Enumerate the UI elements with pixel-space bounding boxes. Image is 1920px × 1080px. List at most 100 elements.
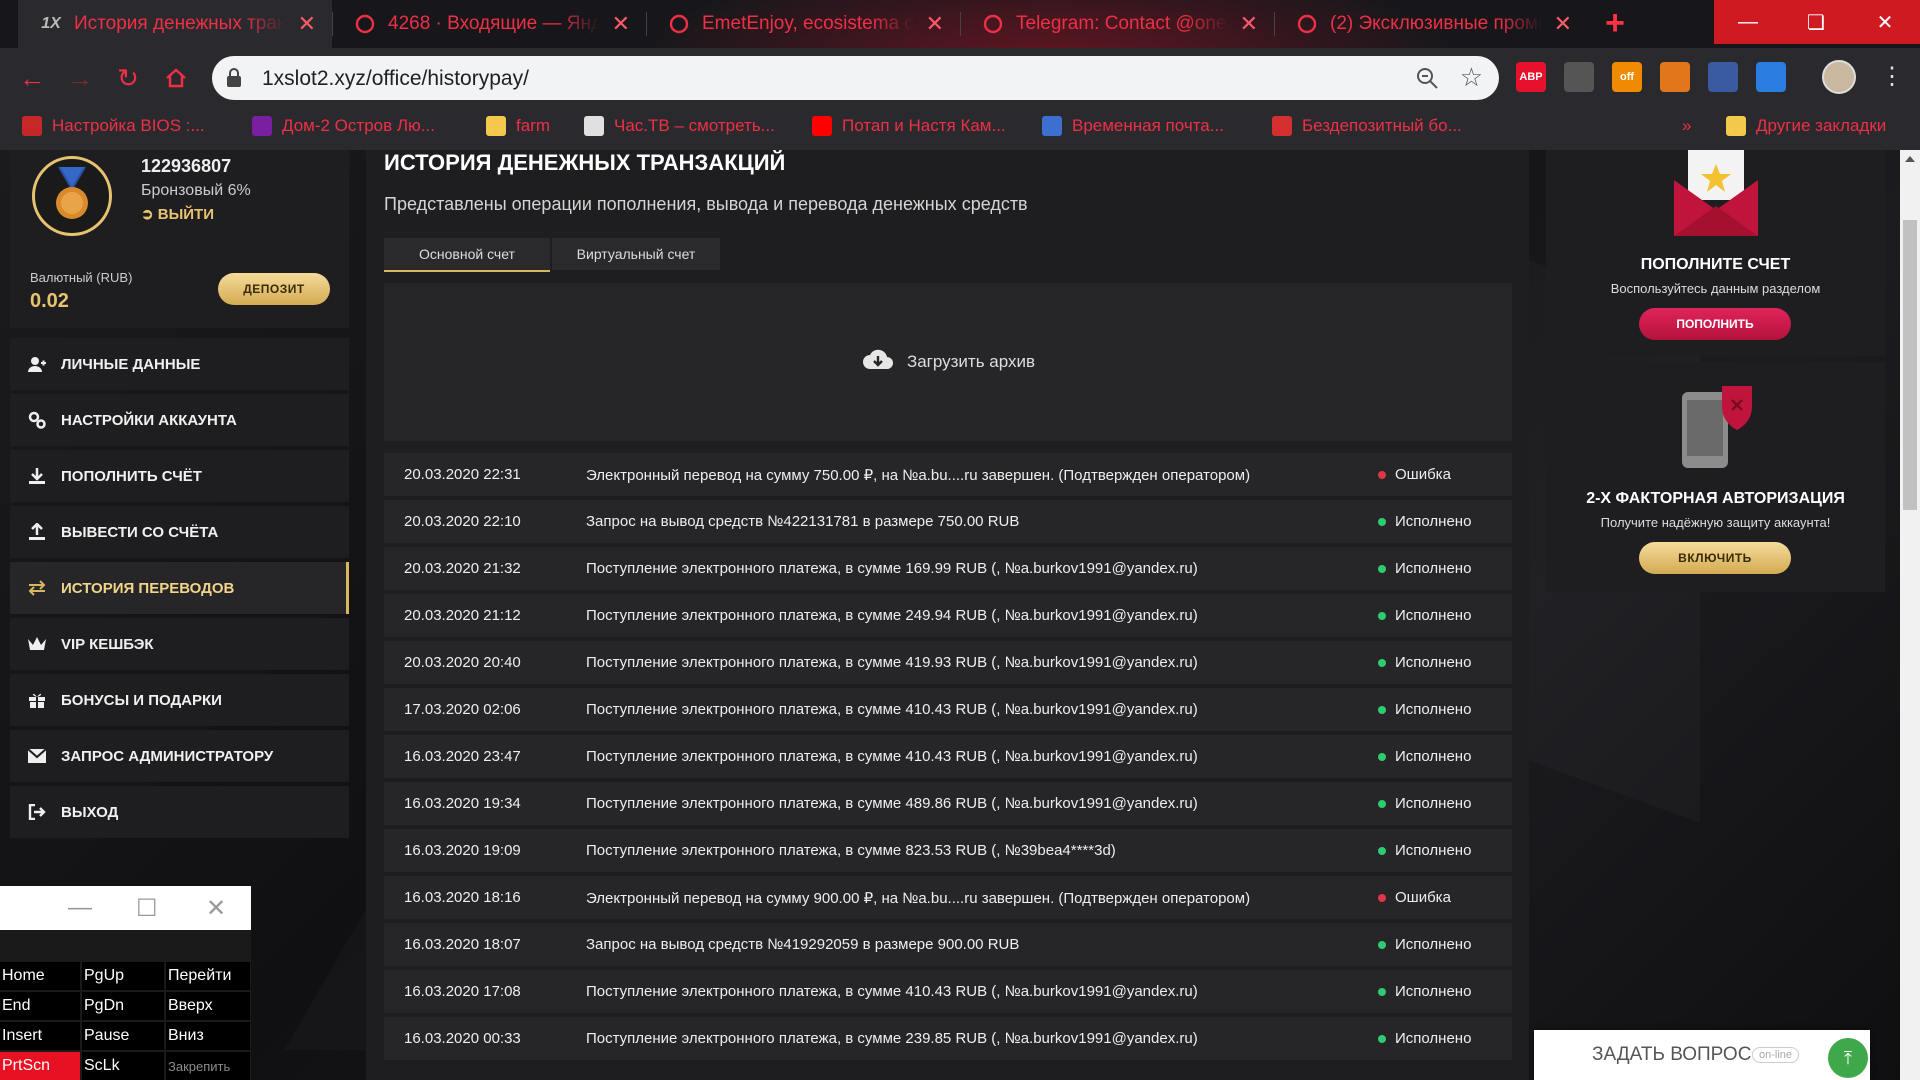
keyboard-key[interactable]: Закрепить <box>166 1052 250 1080</box>
address-bar[interactable]: 1xslot2.xyz/office/historypay/ ☆ <box>212 56 1499 100</box>
tab-close-icon[interactable]: ✕ <box>1240 11 1258 37</box>
keyboard-key[interactable]: Pause <box>82 1022 164 1050</box>
keyboard-key[interactable]: End <box>0 992 80 1020</box>
bookmark-label: Временная почта... <box>1072 116 1224 135</box>
reload-icon[interactable]: ↻ <box>110 60 146 96</box>
back-arrow-icon[interactable]: ← <box>14 60 50 96</box>
sidebar-item-settings[interactable]: Настройки аккаунта <box>10 394 349 446</box>
status-dot-icon <box>1378 658 1386 667</box>
minimize-button[interactable]: — <box>1714 0 1782 44</box>
tab-main-account[interactable]: Основной счет <box>384 238 550 272</box>
zoom-icon[interactable] <box>1415 66 1439 95</box>
download-archive-button[interactable]: Загрузить архив <box>384 283 1512 441</box>
bookmark-item[interactable]: Настройка BIOS :... <box>22 116 205 136</box>
tab-title: EmetEnjoy, ecosistema descentralizada <box>702 13 914 34</box>
status-dot-icon <box>1378 987 1386 996</box>
tab-separator <box>332 12 333 36</box>
tab-close-icon[interactable]: ✕ <box>298 11 316 37</box>
status-dot-icon <box>1378 799 1386 808</box>
tab-close-icon[interactable]: ✕ <box>926 11 944 37</box>
new-tab-button[interactable]: + <box>1598 6 1632 42</box>
restore-button[interactable]: ❏ <box>1782 0 1850 44</box>
browser-menu-icon[interactable]: ⋮ <box>1880 60 1904 94</box>
tab-2[interactable]: 4268 · Входящие — Яндекс.Почта ✕ <box>332 0 646 48</box>
user-id: 122936807 <box>141 156 232 176</box>
metamask-icon[interactable] <box>1660 62 1690 92</box>
logout-link[interactable]: ➲ ВЫЙТИ <box>141 205 214 223</box>
table-row: 16.03.2020 18:07 Запрос на вывод средств … <box>384 923 1512 966</box>
keyboard-key[interactable]: Перейти <box>166 962 250 990</box>
bookmark-star-icon[interactable]: ☆ <box>1460 62 1483 93</box>
sidebar-item-exit[interactable]: Выход <box>10 786 349 838</box>
sidebar-item-transfer[interactable]: История переводов <box>10 562 349 614</box>
sidebar-item-label: Запрос администратору <box>61 747 274 765</box>
tab-3[interactable]: EmetEnjoy, ecosistema descentralizada ✕ <box>646 0 960 48</box>
keyboard-key[interactable]: PgUp <box>82 962 164 990</box>
bookmark-item[interactable]: Потап и Настя Кам... <box>812 116 1006 136</box>
enable-twofa-button[interactable]: ВКЛЮЧИТЬ <box>1639 542 1791 574</box>
sidebar-item-gift[interactable]: Бонусы и подарки <box>10 674 349 726</box>
keyboard-key[interactable]: PgDn <box>82 992 164 1020</box>
block-icon[interactable] <box>1756 62 1786 92</box>
bookmark-item[interactable]: Бездепозитный бо... <box>1272 116 1462 136</box>
fill-up-button[interactable]: ПОПОЛНИТЬ <box>1639 308 1791 340</box>
keyboard-close-icon[interactable]: ✕ <box>206 894 226 923</box>
tab-virtual-account[interactable]: Виртуальный счет <box>552 238 720 270</box>
keyboard-key[interactable]: Вниз <box>166 1022 250 1050</box>
gift-icon <box>27 691 47 709</box>
tab-4[interactable]: Telegram: Contact @onexslot ✕ <box>960 0 1274 48</box>
table-row: 20.03.2020 21:32 Поступление электронного… <box>384 547 1512 590</box>
table-row: 16.03.2020 19:34 Поступление электронного… <box>384 782 1512 825</box>
browser-toolbar: ← → ↻ 1xslot2.xyz/office/historypay/ ☆ A… <box>0 48 1920 108</box>
forward-arrow-icon[interactable]: → <box>62 60 98 96</box>
home-icon[interactable] <box>158 60 194 96</box>
deposit-button[interactable]: ДЕПОЗИТ <box>218 273 330 305</box>
off-badge-icon[interactable]: off <box>1612 62 1642 92</box>
bookmark-item[interactable]: Временная почта... <box>1042 116 1224 136</box>
keyboard-key[interactable]: Insert <box>0 1022 80 1050</box>
scroll-up-arrow-icon[interactable] <box>1905 156 1915 162</box>
more-bookmarks-button[interactable]: » <box>1682 116 1691 136</box>
tx-date: 16.03.2020 00:33 <box>404 1030 521 1047</box>
ask-question-widget[interactable]: ЗАДАТЬ ВОПРОС on-line ⤒ <box>1534 1030 1870 1080</box>
other-bookmarks-folder[interactable]: Другие закладки <box>1726 116 1886 136</box>
tab-5[interactable]: (2) Эксклюзивные промокоды ✕ <box>1274 0 1588 48</box>
close-window-button[interactable]: ✕ <box>1850 0 1920 44</box>
tx-date: 16.03.2020 18:16 <box>404 889 521 906</box>
sidebar-item-deposit[interactable]: Пополнить счёт <box>10 450 349 502</box>
profile-avatar[interactable] <box>1822 60 1856 94</box>
status-dot-icon <box>1378 893 1386 902</box>
keyboard-key[interactable]: Home <box>0 962 80 990</box>
bookmark-item[interactable]: Час.ТВ – смотреть... <box>584 116 775 136</box>
tab-1[interactable]: 1X История денежных транзакций ✕ <box>18 0 332 48</box>
keyboard-titlebar: — ☐ ✕ <box>0 886 251 930</box>
twofa-promo-text: Получите надёжную защиту аккаунта! <box>1600 515 1831 530</box>
user-level: Бронзовый 6% <box>141 182 251 199</box>
tab-close-icon[interactable]: ✕ <box>612 11 630 37</box>
tx-date: 20.03.2020 22:31 <box>404 466 521 483</box>
bookmark-item[interactable]: farm <box>486 116 550 136</box>
sidebar-item-withdraw[interactable]: Вывести со счёта <box>10 506 349 558</box>
keyboard-maximize-icon[interactable]: ☐ <box>136 894 158 923</box>
telegram-ext-icon[interactable] <box>1708 62 1738 92</box>
sidebar-item-envelope[interactable]: Запрос администратору <box>10 730 349 782</box>
tx-date: 20.03.2020 21:32 <box>404 560 521 577</box>
adblock-icon[interactable]: ABP <box>1516 62 1546 92</box>
qr-icon[interactable] <box>1564 62 1594 92</box>
tx-date: 16.03.2020 19:34 <box>404 795 521 812</box>
keyboard-key[interactable]: Вверх <box>166 992 250 1020</box>
deposit-promo-card: ПОПОЛНИТЕ СЧЕТ Воспользуйтесь данным раз… <box>1546 150 1885 356</box>
table-row: 16.03.2020 19:09 Поступление электронного… <box>384 829 1512 872</box>
chevron-up-icon[interactable]: ⤒ <box>1828 1038 1868 1078</box>
keyboard-minimize-icon[interactable]: — <box>68 894 92 922</box>
sidebar-item-user[interactable]: Личные данные <box>10 338 349 390</box>
sidebar-item-crown[interactable]: VIP Кешбэк <box>10 618 349 670</box>
page-scrollbar[interactable] <box>1900 150 1920 1080</box>
tx-description: Электронный перевод на сумму 750.00 ₽, н… <box>586 467 1251 484</box>
table-row: 16.03.2020 00:33 Поступление электронного… <box>384 1017 1512 1060</box>
keyboard-key[interactable]: ScLk <box>82 1052 164 1080</box>
bookmark-item[interactable]: Дом-2 Остров Лю... <box>252 116 435 136</box>
tab-close-icon[interactable]: ✕ <box>1554 11 1572 37</box>
scrollbar-thumb[interactable] <box>1903 220 1917 510</box>
keyboard-key[interactable]: PrtScn <box>0 1052 80 1080</box>
